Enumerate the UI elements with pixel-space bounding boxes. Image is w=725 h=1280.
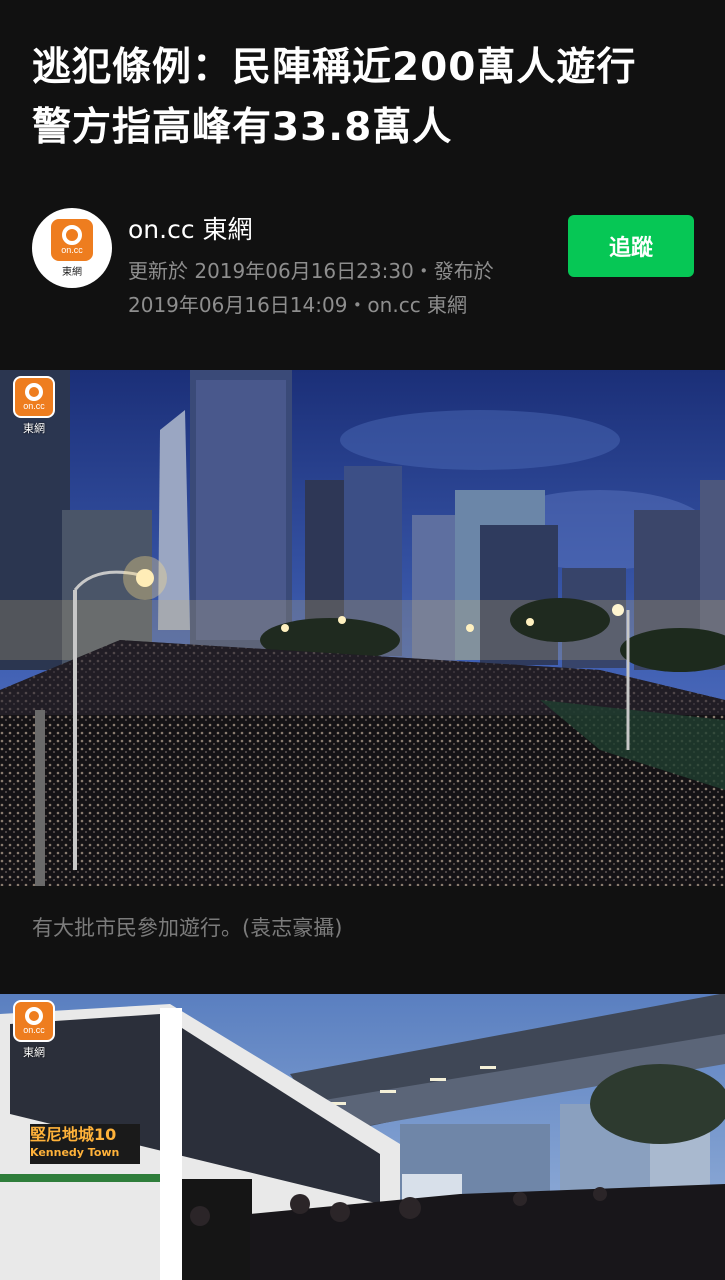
watermark-cn: 東網 — [23, 422, 45, 435]
watermark-logo: on.cc 東網 — [8, 1000, 60, 1060]
follow-button[interactable]: 追蹤 — [568, 215, 694, 277]
photo-caption: 有大批市民參加遊行。(袁志豪攝) — [32, 916, 343, 940]
oncc-watermark-icon: on.cc — [13, 1000, 55, 1042]
oncc-logo-icon: on.cc — [51, 218, 93, 261]
logo-cn-label: 東網 — [62, 266, 82, 278]
article-photo-bus[interactable]: 堅尼地城10 Kennedy Town on.cc 東網 — [0, 994, 725, 1280]
watermark-logo: on.cc 東網 — [8, 376, 60, 436]
oncc-watermark-icon: on.cc — [13, 376, 55, 418]
article-title: 逃犯條例：民陣稱近200萬人遊行 警方指高峰有33.8萬人 — [32, 45, 677, 150]
bus-destination-sign: 堅尼地城10 Kennedy Town — [30, 1125, 120, 1160]
publish-meta: 更新於 2019年06月16日23:30・發布於 2019年06月16日14:0… — [128, 259, 494, 317]
crowd-scene-image — [0, 370, 725, 886]
publisher-name[interactable]: on.cc 東網 — [128, 210, 253, 246]
watermark-cn: 東網 — [23, 1046, 45, 1059]
article-photo-crowd[interactable]: on.cc 東網 — [0, 370, 725, 886]
publisher-avatar[interactable]: on.cc 東網 — [32, 208, 112, 288]
author-row: on.cc 東網 on.cc 東網 更新於 2019年06月16日23:30・發… — [32, 208, 694, 318]
